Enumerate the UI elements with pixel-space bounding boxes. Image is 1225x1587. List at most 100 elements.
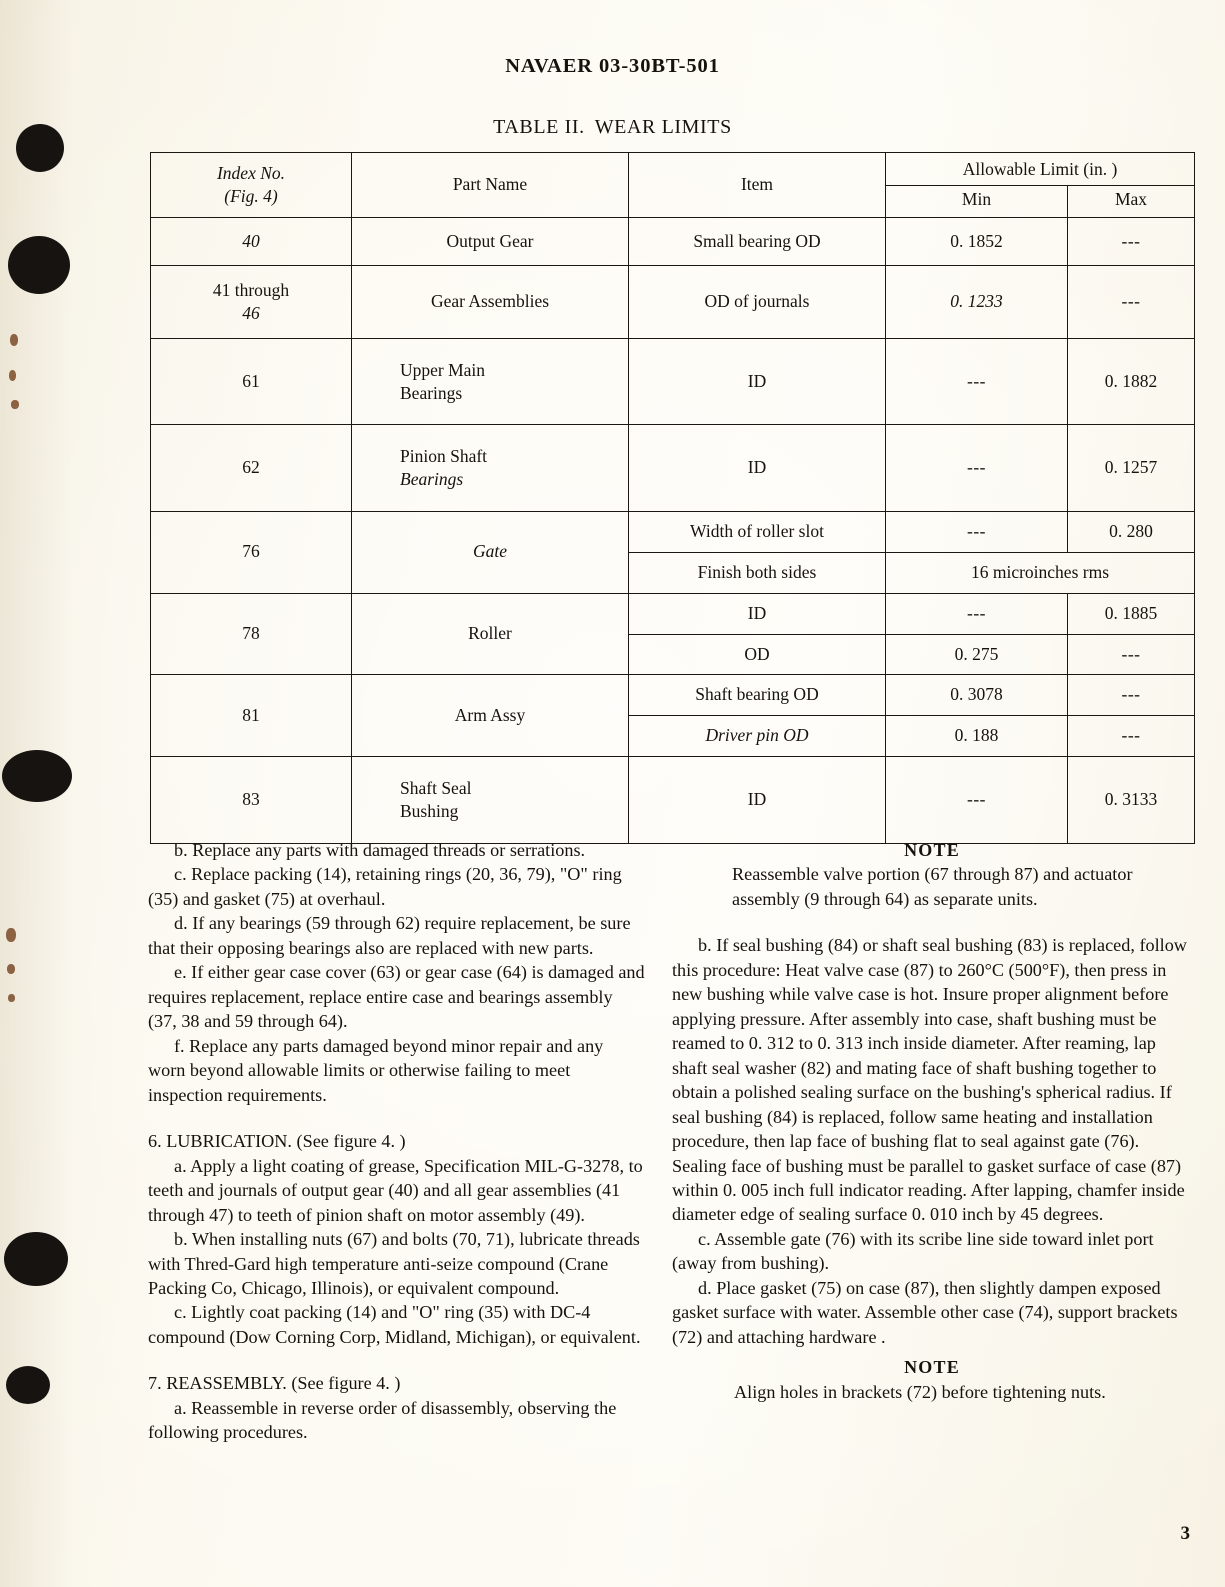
table-row: 41 through 46 Gear Assemblies OD of journ…: [150, 265, 1195, 339]
cell-min: 0. 188: [885, 715, 1068, 758]
cell-part-name: Pinion Shaft Bearings: [351, 424, 629, 512]
cell-limit-span: 16 microinches rms: [885, 551, 1195, 594]
paragraph-d: d. If any bearings (59 through 62) requi…: [148, 913, 631, 958]
note-body-2: Align holes in brackets (72) before tigh…: [734, 1381, 1106, 1402]
cell-item: OD: [628, 633, 886, 676]
binding-punch-mark: [4, 1232, 68, 1286]
paper-speck: [11, 400, 19, 409]
cell-item: Width of roller slot: [628, 510, 886, 553]
column-header-min: Min: [885, 185, 1068, 218]
paragraph-b: b. Replace any parts with damaged thread…: [174, 840, 586, 860]
cell-max: ---: [1067, 216, 1195, 267]
wear-limits-table: Index No. (Fig. 4) Part Name Item Allowa…: [150, 151, 1195, 844]
paragraph-reassembly-d: d. Place gasket (75) on case (87), then …: [672, 1277, 1178, 1347]
table-caption-name: WEAR LIMITS: [594, 116, 732, 138]
paragraph-f: f. Replace any parts damaged beyond mino…: [148, 1035, 604, 1105]
cell-index: 81: [150, 674, 352, 758]
column-header-allowable-limit: Allowable Limit (in. ): [885, 151, 1195, 187]
cell-item: OD of journals: [628, 265, 886, 339]
cell-max: ---: [1067, 633, 1195, 676]
paragraph-6c: c. Lightly coat packing (14) and "O" rin…: [148, 1302, 641, 1347]
column-header-part-name: Part Name: [351, 152, 629, 218]
table-row: 81 Arm Assy Shaft bearing OD 0. 3078 ---: [150, 674, 1195, 758]
paper-speck: [6, 928, 16, 942]
page-number: 3: [1180, 1523, 1191, 1544]
binding-punch-mark: [6, 1366, 50, 1404]
document-number: NAVAER 03-30BT-501: [505, 55, 720, 77]
section-heading-lubrication: 6. LUBRICATION. (See figure 4. ): [148, 1131, 406, 1152]
cell-index: 78: [150, 592, 352, 676]
table-body: 40 Output Gear Small bearing OD 0. 1852 …: [150, 216, 1195, 844]
paragraph-reassembly-c: c. Assemble gate (76) with its scribe li…: [672, 1228, 1154, 1274]
column-header-index-line2: (Fig. 4): [224, 185, 278, 206]
cell-min: ---: [885, 337, 1068, 426]
table-row: 61 Upper Main Bearings ID --- 0. 1882: [150, 337, 1195, 426]
table-row: 62 Pinion Shaft Bearings ID --- 0. 1257: [150, 424, 1195, 512]
paragraph-6a: a. Apply a light coating of grease, Spec…: [148, 1155, 643, 1225]
cell-min: ---: [885, 510, 1068, 553]
cell-min: 0. 1233: [885, 265, 1068, 339]
cell-part-name: Arm Assy: [351, 674, 629, 758]
cell-index: 41 through 46: [150, 265, 352, 339]
cell-max: ---: [1067, 265, 1195, 339]
cell-part-name: Roller: [351, 592, 629, 676]
left-text-column: b. Replace any parts with damaged thread…: [148, 838, 645, 1445]
cell-index: 83: [150, 756, 352, 844]
cell-min: 0. 3078: [885, 674, 1068, 717]
cell-max: 0. 1885: [1067, 592, 1195, 635]
table-header-row: Index No. (Fig. 4) Part Name Item Allowa…: [150, 151, 1195, 218]
note-heading-1: NOTE: [904, 840, 960, 860]
cell-max: 0. 280: [1067, 510, 1195, 553]
cell-min: 0. 275: [885, 633, 1068, 676]
document-page: NAVAER 03-30BT-501 TABLE II. WEAR LIMITS …: [0, 0, 1225, 1587]
table-row: 76 Gate Width of roller slot --- 0. 280: [150, 510, 1195, 594]
table-caption-prefix: TABLE II.: [493, 116, 585, 138]
table-row: 40 Output Gear Small bearing OD 0. 1852 …: [150, 216, 1195, 267]
cell-part-name: Shaft Seal Bushing: [351, 756, 629, 844]
paper-speck: [10, 334, 18, 346]
column-header-max: Max: [1067, 185, 1195, 218]
cell-part-name: Gate: [351, 510, 629, 594]
paper-speck: [9, 370, 16, 381]
cell-index: 61: [150, 337, 352, 426]
note-body-1: Reassemble valve portion (67 through 87)…: [732, 864, 1133, 909]
cell-item: ID: [628, 337, 886, 426]
binding-punch-mark: [8, 236, 70, 294]
cell-max: 0. 1257: [1067, 424, 1195, 512]
cell-item: ID: [628, 424, 886, 512]
cell-min: ---: [885, 424, 1068, 512]
paper-speck: [7, 964, 15, 974]
cell-part-name: Gear Assemblies: [351, 265, 629, 339]
cell-part-name: Upper Main Bearings: [351, 337, 629, 426]
cell-item: Driver pin OD: [628, 715, 886, 758]
paragraph-7a: a. Reassemble in reverse order of disass…: [148, 1397, 617, 1443]
right-text-column: NOTE Reassemble valve portion (67 throug…: [672, 838, 1192, 1404]
cell-index: 62: [150, 424, 352, 512]
cell-item: ID: [628, 592, 886, 635]
cell-max: 0. 1882: [1067, 337, 1195, 426]
note-heading-2: NOTE: [904, 1357, 960, 1378]
cell-max: ---: [1067, 715, 1195, 758]
paragraph-reassembly-b: b. If seal bushing (84) or shaft seal bu…: [672, 935, 1187, 1225]
cell-min: 0. 1852: [885, 216, 1068, 267]
table-row: 83 Shaft Seal Bushing ID --- 0. 3133: [150, 756, 1195, 844]
paragraph-c: c. Replace packing (14), retaining rings…: [148, 864, 622, 909]
table-header: Index No. (Fig. 4) Part Name Item Allowa…: [150, 151, 1195, 218]
cell-max: 0. 3133: [1067, 756, 1195, 844]
table-row: 78 Roller ID --- 0. 1885: [150, 592, 1195, 676]
cell-min: ---: [885, 592, 1068, 635]
cell-item: Finish both sides: [628, 551, 886, 594]
cell-item: Small bearing OD: [628, 216, 886, 267]
cell-min: ---: [885, 756, 1068, 844]
paragraph-6b: b. When installing nuts (67) and bolts (…: [148, 1229, 640, 1298]
cell-item: ID: [628, 756, 886, 844]
column-header-index: Index No. (Fig. 4): [150, 152, 352, 218]
cell-index: 76: [150, 510, 352, 594]
paper-speck: [8, 994, 15, 1002]
paragraph-e: e. If either gear case cover (63) or gea…: [148, 962, 645, 1032]
column-header-index-line1: Index No.: [216, 163, 286, 183]
cell-index: 40: [150, 216, 352, 267]
section-heading-reassembly: 7. REASSEMBLY. (See figure 4. ): [148, 1373, 401, 1394]
